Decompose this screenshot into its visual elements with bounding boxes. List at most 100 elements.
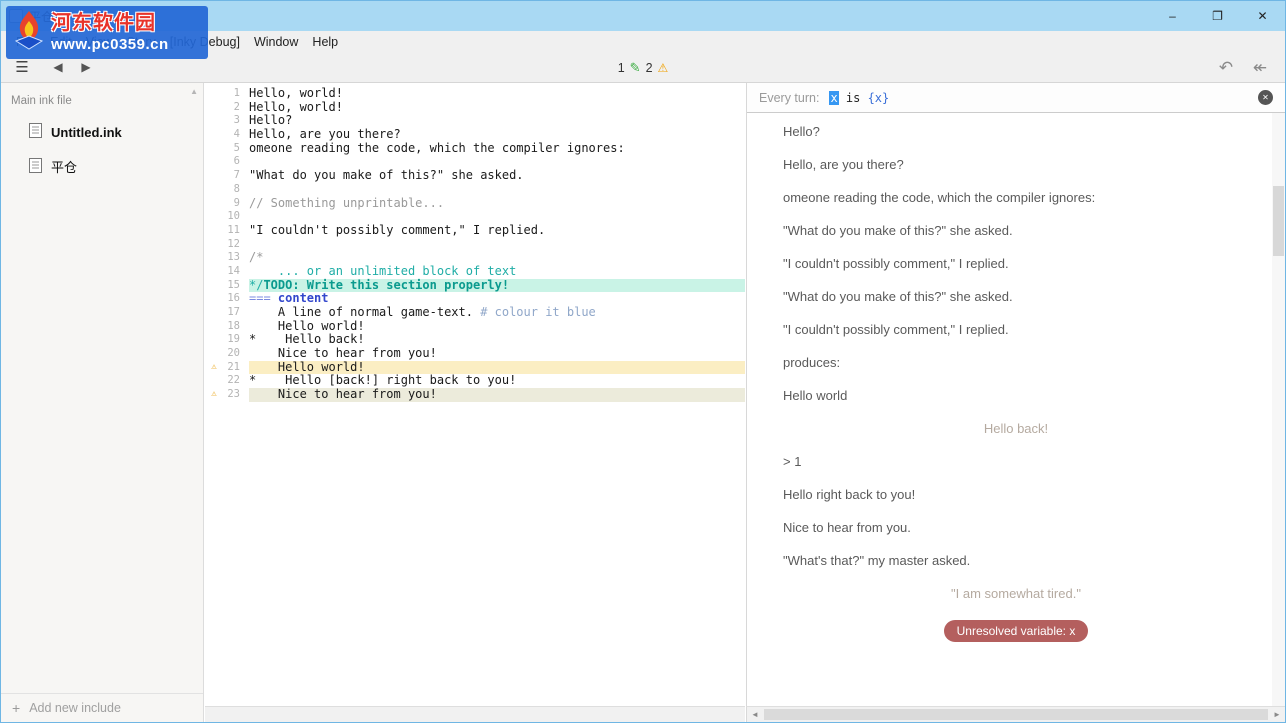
close-button[interactable]: ✕ bbox=[1240, 1, 1285, 31]
gutter-spacer bbox=[205, 306, 223, 320]
close-expression-icon[interactable]: ✕ bbox=[1258, 90, 1273, 105]
code-text: ... or an unlimited block of text bbox=[249, 265, 745, 279]
code-line[interactable]: 20 Nice to hear from you! bbox=[205, 347, 745, 361]
error-badge: Unresolved variable: x bbox=[944, 620, 1089, 642]
issue-summary[interactable]: 1 ✎ 2 ⚠ bbox=[618, 53, 669, 82]
choice-link[interactable]: "I am somewhat tired." bbox=[783, 587, 1249, 600]
line-number: 8 bbox=[223, 183, 249, 197]
preview-hscrollbar[interactable]: ◄ ► bbox=[746, 706, 1285, 722]
editor-hscrollbar[interactable] bbox=[205, 706, 745, 722]
every-turn-bar: Every turn: x is {x} ✕ bbox=[747, 83, 1285, 113]
sidebar-item-untitled-ink[interactable]: Untitled.ink bbox=[1, 115, 203, 149]
maximize-button[interactable]: ❐ bbox=[1195, 1, 1240, 31]
code-line[interactable]: 18 Hello world! bbox=[205, 320, 745, 334]
gutter-spacer bbox=[205, 374, 223, 388]
gutter-spacer bbox=[205, 142, 223, 156]
code-line[interactable]: 9// Something unprintable... bbox=[205, 197, 745, 211]
gutter-spacer bbox=[205, 101, 223, 115]
code-text: omeone reading the code, which the compi… bbox=[249, 142, 745, 156]
code-line[interactable]: 12 bbox=[205, 238, 745, 252]
warning-icon: ⚠ bbox=[658, 61, 669, 75]
code-text: "I couldn't possibly comment," I replied… bbox=[249, 224, 745, 238]
code-line[interactable]: 17 A line of normal game-text. # colour … bbox=[205, 306, 745, 320]
code-line[interactable]: 16=== content bbox=[205, 292, 745, 306]
code-line[interactable]: 7"What do you make of this?" she asked. bbox=[205, 169, 745, 183]
code-line[interactable]: 8 bbox=[205, 183, 745, 197]
file-name: 平仓 bbox=[51, 157, 77, 176]
edit-count: 1 bbox=[618, 61, 625, 75]
story-text-line: > 1 bbox=[783, 455, 1249, 468]
gutter-spacer bbox=[205, 265, 223, 279]
menu-item-help[interactable]: Help bbox=[305, 31, 345, 53]
line-number: 16 bbox=[223, 292, 249, 306]
code-text bbox=[249, 183, 745, 197]
rewind-icon[interactable]: ↞ bbox=[1247, 53, 1273, 82]
code-text: Nice to hear from you! bbox=[249, 347, 745, 361]
code-text: Hello, world! bbox=[249, 87, 745, 101]
code-line[interactable]: 3Hello? bbox=[205, 114, 745, 128]
code-line[interactable]: 11"I couldn't possibly comment," I repli… bbox=[205, 224, 745, 238]
code-line[interactable]: 2Hello, world! bbox=[205, 101, 745, 115]
line-number: 4 bbox=[223, 128, 249, 142]
menu-item-window[interactable]: Window bbox=[247, 31, 305, 53]
code-line[interactable]: 10 bbox=[205, 210, 745, 224]
every-turn-expression[interactable]: x is {x} bbox=[829, 91, 889, 105]
scroll-right-icon[interactable]: ► bbox=[1269, 710, 1285, 719]
sidebar-scroll-up-icon[interactable]: ▲ bbox=[190, 87, 198, 96]
choice-link[interactable]: Hello back! bbox=[783, 422, 1249, 435]
line-number: 1 bbox=[223, 87, 249, 101]
gutter-spacer bbox=[205, 251, 223, 265]
code-line[interactable]: 14 ... or an unlimited block of text bbox=[205, 265, 745, 279]
gutter-spacer bbox=[205, 279, 223, 293]
gutter-spacer bbox=[205, 114, 223, 128]
story-text-line: Hello world bbox=[783, 389, 1249, 402]
code-text: === content bbox=[249, 292, 745, 306]
scroll-left-icon[interactable]: ◄ bbox=[747, 710, 763, 719]
story-text-line: Hello? bbox=[783, 125, 1249, 138]
gutter-warning-icon: ⚠ bbox=[205, 361, 223, 375]
gutter-spacer bbox=[205, 347, 223, 361]
code-line[interactable]: 13/* bbox=[205, 251, 745, 265]
code-line[interactable]: ⚠21 Hello world! bbox=[205, 361, 745, 375]
preview-scrollbar[interactable] bbox=[1272, 113, 1285, 706]
code-line[interactable]: 4Hello, are you there? bbox=[205, 128, 745, 142]
code-text: Nice to hear from you! bbox=[249, 388, 745, 402]
preview-scrollbar-thumb[interactable] bbox=[1273, 186, 1284, 256]
code-text: Hello world! bbox=[249, 320, 745, 334]
code-text: Hello, world! bbox=[249, 101, 745, 115]
code-line[interactable]: 22* Hello [back!] right back to you! bbox=[205, 374, 745, 388]
minimize-button[interactable]: – bbox=[1150, 1, 1195, 31]
watermark-site-url: www.pc0359.cn bbox=[51, 35, 169, 54]
sidebar-item-item[interactable]: 平仓 bbox=[1, 149, 203, 184]
code-text: "What do you make of this?" she asked. bbox=[249, 169, 745, 183]
line-number: 6 bbox=[223, 155, 249, 169]
line-number: 19 bbox=[223, 333, 249, 347]
watermark-site-name: 河东软件园 bbox=[51, 11, 169, 35]
expression-variable: {x} bbox=[868, 91, 890, 105]
code-text: * Hello back! bbox=[249, 333, 745, 347]
preview-hscrollbar-thumb[interactable] bbox=[764, 709, 1268, 720]
code-line[interactable]: ⚠23 Nice to hear from you! bbox=[205, 388, 745, 402]
selected-text: x bbox=[829, 91, 838, 105]
code-line[interactable]: 19* Hello back! bbox=[205, 333, 745, 347]
code-line[interactable]: 5omeone reading the code, which the comp… bbox=[205, 142, 745, 156]
line-number: 20 bbox=[223, 347, 249, 361]
line-number: 10 bbox=[223, 210, 249, 224]
line-number: 13 bbox=[223, 251, 249, 265]
code-line[interactable]: 6 bbox=[205, 155, 745, 169]
line-number: 15 bbox=[223, 279, 249, 293]
code-text: * Hello [back!] right back to you! bbox=[249, 374, 745, 388]
gutter-spacer bbox=[205, 320, 223, 334]
line-number: 22 bbox=[223, 374, 249, 388]
code-line[interactable]: 15*/TODO: Write this section properly! bbox=[205, 279, 745, 293]
line-number: 18 bbox=[223, 320, 249, 334]
code-editor[interactable]: 1Hello, world!2Hello, world!3Hello?4Hell… bbox=[205, 83, 745, 706]
warning-count: 2 bbox=[646, 61, 653, 75]
undo-icon[interactable]: ↶ bbox=[1213, 53, 1239, 82]
line-number: 9 bbox=[223, 197, 249, 211]
code-line[interactable]: 1Hello, world! bbox=[205, 87, 745, 101]
line-number: 23 bbox=[223, 388, 249, 402]
line-number: 17 bbox=[223, 306, 249, 320]
line-number: 3 bbox=[223, 114, 249, 128]
add-include-button[interactable]: + Add new include bbox=[1, 693, 203, 722]
